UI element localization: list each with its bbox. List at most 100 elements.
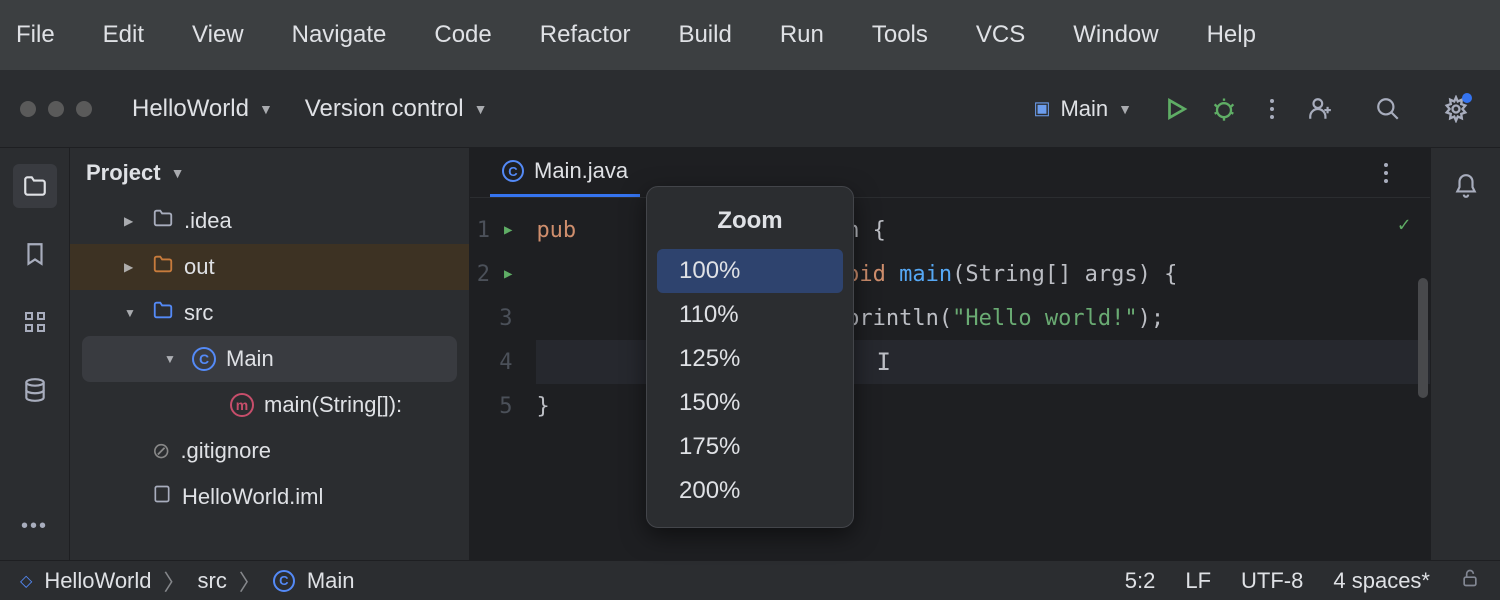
chevron-right-icon: ▶ [124,260,142,274]
notification-dot-icon [1462,93,1472,103]
tree-item-main-class[interactable]: ▼ C Main [82,336,457,382]
zoom-option-200[interactable]: 200% [657,469,843,513]
project-tree: ▶ .idea ▶ out ▼ src ▼ [70,198,469,520]
run-configuration-dropdown[interactable]: ▣ Main ▼ [1033,96,1132,122]
editor-body[interactable]: 1▶ 2▶ 3 4 5 pubn { c void main(String[] … [470,198,1430,560]
lock-icon[interactable] [1460,568,1480,594]
file-icon [152,484,172,510]
bookmarks-tool-button[interactable] [13,232,57,276]
search-button[interactable] [1364,85,1412,133]
more-tools-button[interactable]: ••• [13,504,57,548]
breadcrumb[interactable]: ◇ HelloWorld 〉 src 〉 C Main [20,565,355,597]
breadcrumb-folder[interactable]: src [198,568,227,594]
run-config-label: Main [1060,96,1108,122]
breadcrumb-root[interactable]: HelloWorld [44,568,151,594]
chevron-right-icon: ▶ [124,214,142,228]
menu-run[interactable]: Run [772,15,832,55]
module-icon: ◇ [20,571,32,591]
zoom-option-150[interactable]: 150% [657,381,843,425]
project-panel-title: Project [86,160,161,186]
close-icon[interactable] [20,101,36,117]
vcs-dropdown[interactable]: Version control ▼ [305,95,488,123]
run-gutter-icon[interactable]: ▶ [504,266,512,282]
tree-item-main-method[interactable]: m main(String[]): [70,382,469,428]
code-with-me-button[interactable] [1296,85,1344,133]
project-panel: Project ▼ ▶ .idea ▶ out ▼ [70,148,470,560]
run-button[interactable] [1152,85,1200,133]
menu-file[interactable]: File [8,15,63,55]
chevron-down-icon: ▼ [171,165,185,181]
chevron-down-icon: ▼ [1118,101,1132,117]
tree-item-idea[interactable]: ▶ .idea [70,198,469,244]
chevron-down-icon: ▼ [474,101,488,117]
editor-tabs: C Main.java [470,148,1430,198]
application-icon: ▣ [1033,98,1050,119]
menu-window[interactable]: Window [1065,15,1166,55]
menu-code[interactable]: Code [426,15,499,55]
chevron-right-icon: 〉 [164,565,186,597]
encoding-label[interactable]: UTF-8 [1241,568,1303,594]
project-panel-header[interactable]: Project ▼ [70,148,469,198]
tree-label: .gitignore [180,438,271,464]
project-tool-button[interactable] [13,164,57,208]
tree-label: out [184,254,215,280]
vcs-label: Version control [305,95,464,123]
class-icon: C [273,570,295,592]
file-icon: ⊘ [152,438,170,464]
inspection-ok-icon[interactable]: ✓ [1398,212,1410,236]
line-separator-label[interactable]: LF [1185,568,1211,594]
zoom-option-110[interactable]: 110% [657,293,843,337]
menu-build[interactable]: Build [670,15,739,55]
zoom-option-175[interactable]: 175% [657,425,843,469]
chevron-down-icon: ▼ [164,352,182,366]
editor-gutter[interactable]: 1▶ 2▶ 3 4 5 [470,198,526,560]
scrollbar-thumb[interactable] [1418,278,1428,398]
editor-tab-main[interactable]: C Main.java [490,148,640,197]
database-tool-button[interactable] [13,368,57,412]
menu-vcs[interactable]: VCS [968,15,1033,55]
tree-label: Main [226,346,274,372]
more-actions-button[interactable] [1248,85,1296,133]
debug-button[interactable] [1200,85,1248,133]
tree-item-iml[interactable]: HelloWorld.iml [70,474,469,520]
tree-label: src [184,300,213,326]
editor-more-button[interactable] [1362,149,1410,197]
menu-navigate[interactable]: Navigate [284,15,395,55]
zoom-option-100[interactable]: 100% [657,249,843,293]
menu-view[interactable]: View [184,15,252,55]
tree-item-gitignore[interactable]: ⊘ .gitignore [70,428,469,474]
cursor-position-label[interactable]: 5:2 [1125,568,1156,594]
tree-item-src[interactable]: ▼ src [70,290,469,336]
chevron-down-icon: ▼ [124,306,142,320]
vertical-dots-icon [1270,99,1274,119]
window-controls[interactable] [20,101,92,117]
minimize-icon[interactable] [48,101,64,117]
run-gutter-icon[interactable]: ▶ [504,222,512,238]
tree-item-out[interactable]: ▶ out [70,244,469,290]
folder-icon [152,207,174,235]
line-number: 4 [492,350,512,375]
breadcrumb-file[interactable]: Main [307,568,355,594]
structure-tool-button[interactable] [13,300,57,344]
notifications-button[interactable] [1444,164,1488,208]
project-dropdown[interactable]: HelloWorld ▼ [132,95,273,123]
class-icon: C [502,160,524,182]
menu-refactor[interactable]: Refactor [532,15,639,55]
line-number: 5 [492,394,512,419]
menu-edit[interactable]: Edit [95,15,152,55]
tab-label: Main.java [534,158,628,184]
project-name-label: HelloWorld [132,95,249,123]
zoom-option-125[interactable]: 125% [657,337,843,381]
line-number: 2 [470,262,490,287]
chevron-down-icon: ▼ [259,101,273,117]
maximize-icon[interactable] [76,101,92,117]
menu-bar: File Edit View Navigate Code Refactor Bu… [0,0,1500,70]
settings-button[interactable] [1432,85,1480,133]
tree-label: .idea [184,208,232,234]
menu-tools[interactable]: Tools [864,15,936,55]
indent-label[interactable]: 4 spaces* [1333,568,1430,594]
text-cursor-icon: I [876,348,890,376]
line-number: 3 [492,306,512,331]
editor-area: C Main.java 1▶ 2▶ 3 4 5 pubn { c void ma… [470,148,1430,560]
menu-help[interactable]: Help [1199,15,1264,55]
